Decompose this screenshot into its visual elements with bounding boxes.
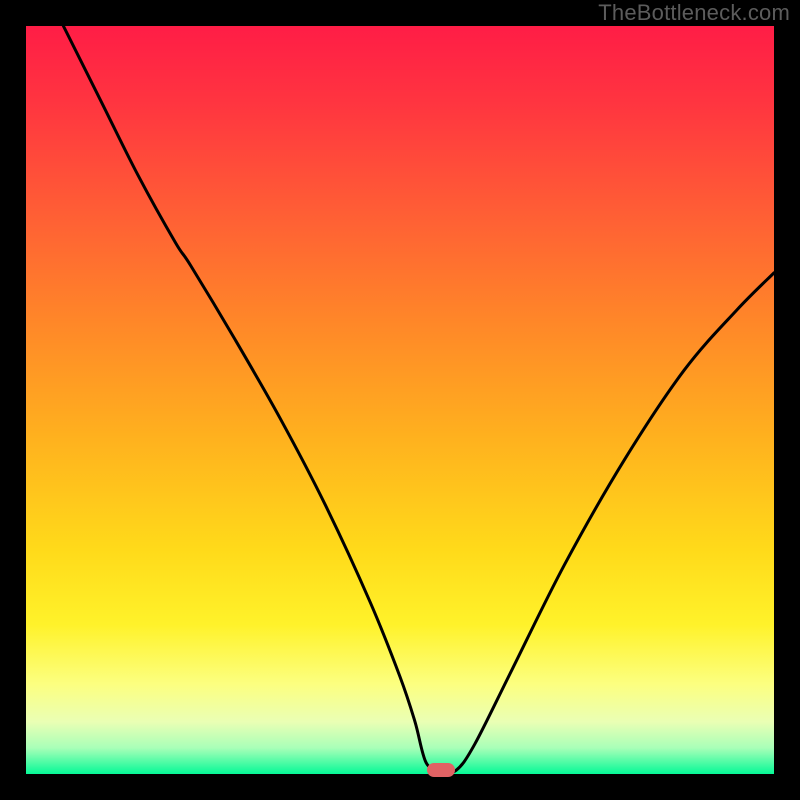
optimal-marker [427, 763, 455, 777]
watermark-text: TheBottleneck.com [598, 0, 790, 26]
chart-frame: TheBottleneck.com [0, 0, 800, 800]
plot-area [26, 26, 774, 774]
bottleneck-curve [26, 26, 774, 774]
